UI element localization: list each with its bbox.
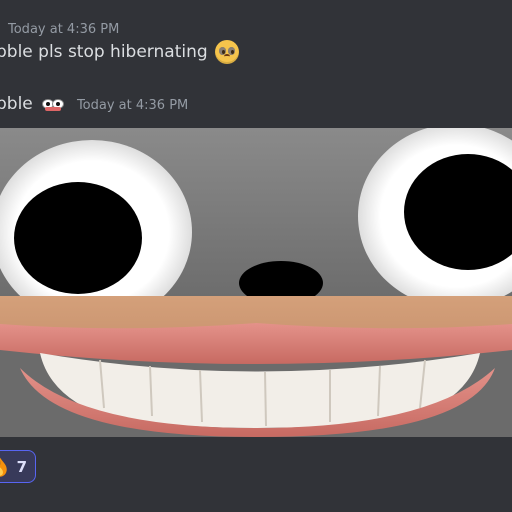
fire-emoji [0,457,7,477]
googly-face-icon [41,98,64,111]
reaction-count: 7 [16,457,27,476]
message-text: bble pls stop hibernating [0,42,208,62]
pleading-face-emoji[interactable] [215,40,240,64]
message-content: bble pls stop hibernating [0,40,240,64]
message-header: Today at 4:36 PM [8,18,119,37]
reaction-button[interactable]: 7 [0,450,36,483]
cartoon-face-image [0,128,512,437]
author-name[interactable]: bble [0,94,33,114]
message-timestamp[interactable]: Today at 4:36 PM [8,22,119,37]
image-attachment[interactable] [0,128,512,437]
message-timestamp[interactable]: Today at 4:36 PM [77,98,188,113]
message-header: bble Today at 4:36 PM [0,94,188,114]
